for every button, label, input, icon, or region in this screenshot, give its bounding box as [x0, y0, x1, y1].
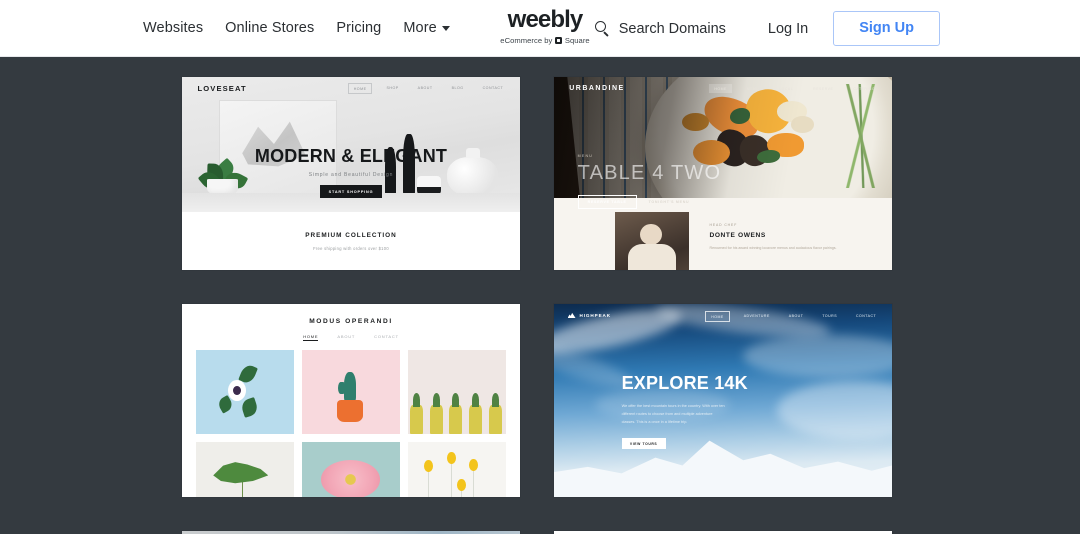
highpeak-heading: EXPLORE 14K: [621, 373, 748, 394]
logo-wordmark: weebly: [507, 6, 584, 33]
grid-tile-monstera-leaf: [195, 442, 294, 497]
nav-more-label: More: [403, 20, 437, 36]
logo-tagline-prefix: eCommerce by: [500, 36, 553, 45]
template-card-modus-operandi[interactable]: MODUS OPERANDI HOME ABOUT CONTACT: [182, 304, 520, 497]
modus-nav: HOME ABOUT CONTACT: [182, 334, 520, 341]
modus-brand: MODUS OPERANDI: [309, 318, 393, 325]
loveseat-hero-copy: MODERN & ELEGANT Simple and Beautiful De…: [182, 146, 520, 199]
template-card-urbandine[interactable]: URBANDINE HOME MENU LOCAL RESERVE CATERI…: [554, 77, 892, 270]
chevron-down-icon: [441, 25, 450, 31]
highpeak-nav: HOME ADVENTURE ABOUT TOURS CONTACT: [705, 311, 881, 322]
urbandine-hero-copy: MENU TABLE 4 TWO RESERVE TABLE TONIGHT'S…: [577, 154, 722, 210]
modus-photo-grid: [195, 350, 507, 497]
primary-navigation: Websites Online Stores Pricing More: [143, 20, 450, 36]
grid-tile-pink-gerbera: [301, 442, 401, 497]
loveseat-heading: MODERN & ELEGANT: [254, 146, 448, 167]
loveseat-footer-title: PREMIUM COLLECTION: [305, 231, 397, 239]
loveseat-nav-item: HOME: [347, 83, 373, 94]
highpeak-brand: HIGHPEAK: [567, 312, 611, 318]
square-logo-icon: [554, 36, 563, 45]
urbandine-kicker: MENU: [577, 154, 594, 159]
modus-nav-item: CONTACT: [374, 334, 399, 339]
weebly-logo[interactable]: weebly eCommerce by Square: [493, 6, 597, 46]
modus-nav-item: HOME: [303, 334, 319, 341]
chef-bio: HEAD CHEF DONTE OWENS Renowned for his a…: [709, 223, 859, 251]
template-gallery: LOVESEAT HOME SHOP ABOUT BLOG CONTACT MO…: [0, 57, 1080, 534]
nav-item-websites[interactable]: Websites: [143, 20, 203, 36]
search-domains-label: Search Domains: [618, 20, 726, 37]
highpeak-nav-item: TOURS: [822, 313, 838, 318]
logo-tagline: eCommerce by Square: [493, 36, 597, 45]
loveseat-brand: LOVESEAT: [197, 84, 247, 93]
urbandine-nav-item: CATERING: [853, 86, 876, 91]
urbandine-nav: HOME MENU LOCAL RESERVE CATERING: [709, 84, 880, 93]
chef-name: DONTE OWENS: [709, 232, 766, 239]
login-link[interactable]: Log In: [768, 21, 808, 37]
nav-item-online-stores[interactable]: Online Stores: [225, 20, 314, 36]
site-header: Websites Online Stores Pricing More weeb…: [0, 0, 1080, 57]
loveseat-nav: HOME SHOP ABOUT BLOG CONTACT: [347, 83, 508, 94]
header-actions: Search Domains Log In Sign Up: [594, 0, 1080, 57]
urbandine-nav-item: HOME: [709, 84, 732, 93]
grid-tile-pineapple-row: [408, 350, 507, 434]
highpeak-brand-label: HIGHPEAK: [579, 312, 611, 318]
loveseat-footer-note: Free shipping with orders over $100: [313, 245, 389, 251]
signup-button[interactable]: Sign Up: [833, 11, 940, 46]
urbandine-primary-button: RESERVE TABLE: [577, 195, 637, 210]
chef-photo: [614, 212, 690, 270]
loveseat-cta-button: START SHOPPING: [320, 185, 382, 199]
highpeak-nav-item: ADVENTURE: [743, 313, 770, 318]
highpeak-hero-copy: EXPLORE 14K We offer the best mountain t…: [621, 373, 748, 450]
urbandine-nav-item: LOCAL: [779, 86, 794, 91]
highpeak-nav-item: CONTACT: [856, 313, 877, 318]
urbandine-cta-group: RESERVE TABLE TONIGHT'S MENU: [577, 195, 722, 210]
highpeak-nav-item: ABOUT: [788, 313, 804, 318]
loveseat-nav-item: BLOG: [451, 85, 464, 90]
urbandine-nav-item: RESERVE: [813, 86, 834, 91]
loveseat-footer: PREMIUM COLLECTION Free shipping with or…: [182, 212, 520, 270]
grid-tile-anemone-flower: [195, 350, 294, 434]
nav-item-more[interactable]: More: [403, 20, 450, 36]
template-card-highpeak[interactable]: HIGHPEAK HOME ADVENTURE ABOUT TOURS CONT…: [554, 304, 892, 497]
loveseat-nav-item: ABOUT: [417, 85, 433, 90]
loveseat-subheading: Simple and Beautiful Design: [308, 172, 394, 179]
chef-role: HEAD CHEF: [709, 223, 738, 227]
urbandine-nav-item: MENU: [746, 86, 760, 91]
highpeak-nav-item: HOME: [705, 311, 730, 322]
highpeak-cta-button: VIEW TOURS: [621, 438, 666, 450]
mountain-icon: [567, 312, 576, 318]
chef-description: Renowned for his award winning locavore …: [709, 246, 837, 250]
grid-tile-billy-buttons: [408, 442, 507, 497]
loveseat-nav-item: SHOP: [386, 85, 399, 90]
template-grid: LOVESEAT HOME SHOP ABOUT BLOG CONTACT MO…: [182, 77, 898, 534]
urbandine-secondary-button: TONIGHT'S MENU: [648, 200, 690, 205]
nav-item-pricing[interactable]: Pricing: [336, 20, 381, 36]
highpeak-paragraph: We offer the best mountain tours in the …: [621, 404, 725, 425]
urbandine-heading: TABLE 4 TWO: [577, 162, 722, 185]
urbandine-brand: URBANDINE: [569, 85, 625, 92]
search-domains-button[interactable]: Search Domains: [594, 20, 726, 37]
loveseat-nav-item: CONTACT: [482, 85, 504, 90]
logo-tagline-suffix: Square: [564, 36, 590, 45]
template-card-loveseat[interactable]: LOVESEAT HOME SHOP ABOUT BLOG CONTACT MO…: [182, 77, 520, 270]
grid-tile-potted-cactus: [301, 350, 401, 434]
search-icon: [594, 21, 610, 37]
modus-nav-item: ABOUT: [337, 334, 356, 339]
